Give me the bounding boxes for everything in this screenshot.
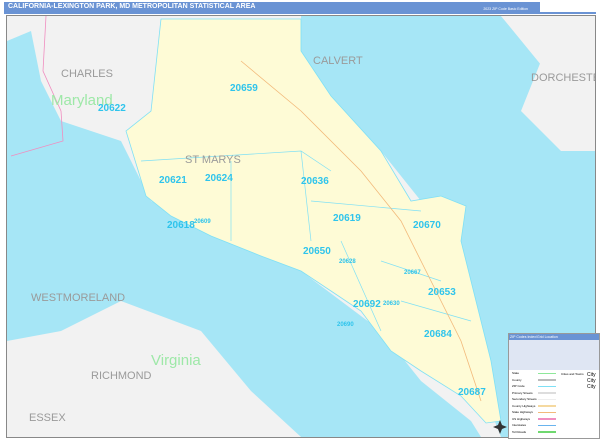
zip-label: 20619 <box>333 213 361 224</box>
zip-label: 20684 <box>424 329 452 340</box>
zip-label: 20692 <box>353 299 381 310</box>
zip-label: 20659 <box>230 83 258 94</box>
edition-label: 2023 ZIP Code Basic Edition <box>483 7 528 11</box>
legend-city-header: Cities and Towns <box>561 372 584 376</box>
county-label-essex: ESSEX <box>29 412 66 424</box>
zip-label: 20622 <box>98 103 126 114</box>
county-label-st-marys: ST MARYS <box>185 154 241 166</box>
county-label-dorchester: DORCHESTER <box>531 72 596 84</box>
legend-item-toll: Toll Roads <box>509 429 599 436</box>
county-label-richmond: RICHMOND <box>91 370 152 382</box>
zip-index-table <box>509 340 599 370</box>
zip-label: 20628 <box>339 259 356 265</box>
map-page: CALIFORNIA-LEXINGTON PARK, MD METROPOLIT… <box>0 0 600 439</box>
county-label-calvert: CALVERT <box>313 55 363 67</box>
legend-panel: ZIP Codes Index/Grid Location Cities and… <box>508 333 600 439</box>
zip-label: 20670 <box>413 220 441 231</box>
zip-label: 20630 <box>383 301 400 307</box>
zip-label: 20650 <box>303 246 331 257</box>
zip-label: 20690 <box>337 322 354 328</box>
zip-label: 20667 <box>404 270 421 276</box>
publisher-logo <box>540 0 598 12</box>
map-title: CALIFORNIA-LEXINGTON PARK, MD METROPOLIT… <box>8 3 256 10</box>
zip-label: 20624 <box>205 173 233 184</box>
county-label-charles: CHARLES <box>61 68 113 80</box>
zip-label: 20609 <box>194 219 211 225</box>
state-label-virginia: Virginia <box>151 352 201 369</box>
zip-label: 20687 <box>458 387 486 398</box>
zip-label: 20653 <box>428 287 456 298</box>
title-bar: CALIFORNIA-LEXINGTON PARK, MD METROPOLIT… <box>4 2 596 14</box>
zip-label: 20621 <box>159 175 187 186</box>
zip-label: 20618 <box>167 220 195 231</box>
county-label-westmoreland: WESTMORELAND <box>31 292 125 304</box>
zip-label: 20636 <box>301 176 329 187</box>
legend-city-samples: City City City <box>587 372 596 390</box>
